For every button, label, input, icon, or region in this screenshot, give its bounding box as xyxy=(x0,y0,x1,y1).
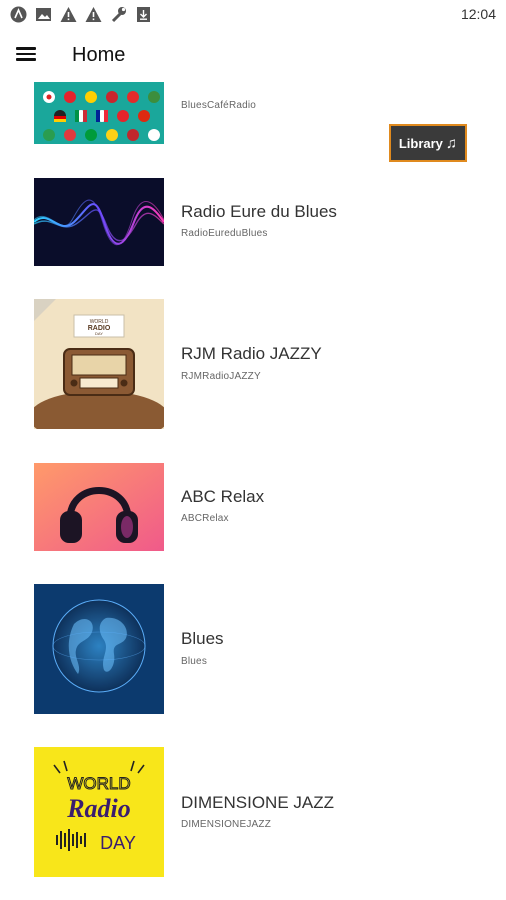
station-artwork xyxy=(34,463,164,551)
status-time: 12:04 xyxy=(460,6,496,22)
artwork-text: WORLD xyxy=(67,774,130,793)
station-item[interactable]: WORLD Radio DAY DIMENSIONE JAZZ DIMENSIO… xyxy=(34,747,474,877)
music-note-icon: ♫ xyxy=(445,134,458,152)
image-icon xyxy=(35,6,52,23)
wrench-icon xyxy=(110,6,127,23)
station-list[interactable]: BluesCaféRadio Radio Eure du Blues Radio… xyxy=(0,82,506,900)
station-subtitle: Blues xyxy=(181,656,208,667)
artwork-text: DAY xyxy=(100,833,136,853)
station-artwork xyxy=(34,178,164,266)
menu-icon[interactable] xyxy=(14,44,42,68)
library-button[interactable]: Library ♫ xyxy=(389,124,467,162)
station-artwork: WORLD RADIO DAY xyxy=(34,299,164,429)
warning-icon xyxy=(85,6,102,23)
station-artwork: WORLD Radio DAY xyxy=(34,747,164,877)
station-subtitle: BluesCaféRadio xyxy=(181,100,257,111)
station-subtitle: DIMENSIONEJAZZ xyxy=(181,819,272,830)
status-icons xyxy=(10,6,152,23)
artwork-text: Radio xyxy=(66,794,131,823)
station-title: DIMENSIONE JAZZ xyxy=(181,793,335,812)
station-subtitle: RJMRadioJAZZY xyxy=(181,371,261,382)
station-title: ABC Relax xyxy=(181,487,265,506)
station-title: Blues xyxy=(181,629,224,648)
station-subtitle: RadioEureduBlues xyxy=(181,228,268,239)
station-artwork xyxy=(34,82,164,144)
station-item[interactable]: Blues Blues xyxy=(34,584,474,714)
station-item[interactable]: ABC Relax ABCRelax xyxy=(34,463,474,593)
station-artwork xyxy=(34,584,164,714)
station-title: RJM Radio JAZZY xyxy=(181,344,322,363)
android-icon xyxy=(10,6,27,23)
station-item[interactable]: WORLD RADIO DAY RJM Radio JAZZY RJMRadio… xyxy=(34,299,474,429)
station-item[interactable]: Radio Eure du Blues RadioEureduBlues xyxy=(34,178,474,308)
warning-icon xyxy=(60,6,77,23)
download-icon xyxy=(135,6,152,23)
page-title: Home xyxy=(72,44,126,66)
app-bar: Home xyxy=(0,30,506,82)
status-bar: 12:04 xyxy=(0,0,506,30)
artwork-text: DAY xyxy=(95,331,103,336)
library-button-label: Library xyxy=(398,135,443,151)
station-subtitle: ABCRelax xyxy=(181,513,229,524)
station-title: Radio Eure du Blues xyxy=(181,202,337,221)
